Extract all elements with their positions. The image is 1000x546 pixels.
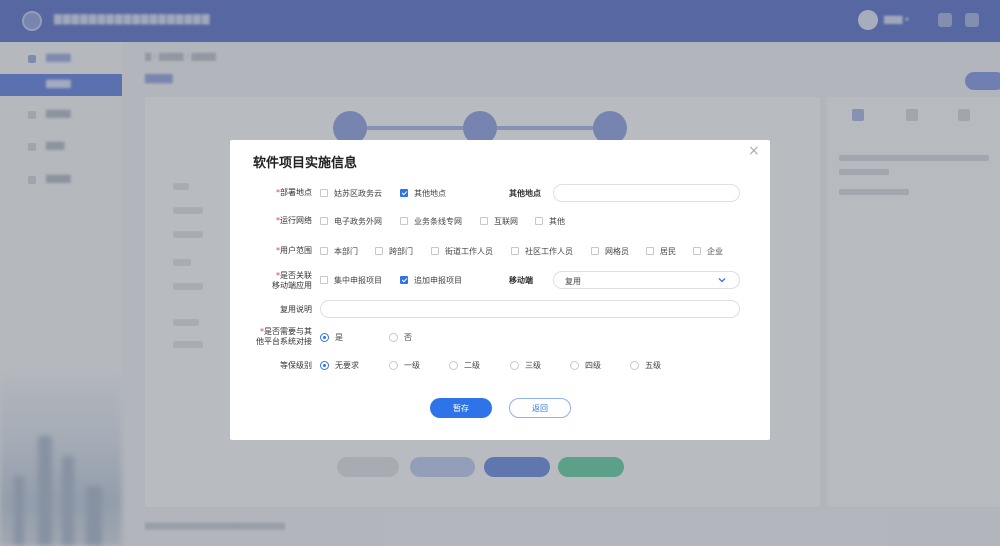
radio[interactable] <box>449 360 458 370</box>
dialog-title: 软件项目实施信息 <box>253 156 358 171</box>
option-label: 网格员 <box>605 246 629 256</box>
option-label: 追加申报项目 <box>414 275 462 285</box>
users-option-residents[interactable]: 居民 <box>646 245 676 257</box>
reuse-label: 复用说明 <box>280 305 312 314</box>
option-label: 跨部门 <box>389 246 413 256</box>
back-button[interactable]: 返回 <box>509 398 571 418</box>
option-label: 五级 <box>645 360 661 370</box>
other-location-input[interactable] <box>553 184 740 202</box>
protection-option-none[interactable]: 无要求 <box>320 359 359 371</box>
users-option-enterprise[interactable]: 企业 <box>693 245 723 257</box>
option-label: 电子政务外网 <box>334 216 382 226</box>
users-option-grid-staff[interactable]: 网格员 <box>591 245 629 257</box>
protection-option-level5[interactable]: 五级 <box>630 359 661 371</box>
mobile-terminal-label: 移动端 <box>509 276 533 285</box>
option-label: 本部门 <box>334 246 358 256</box>
select-value: 复用 <box>565 277 581 286</box>
option-label: 集中申报项目 <box>334 275 382 285</box>
network-option-internet[interactable]: 互联网 <box>480 215 518 227</box>
option-label: 是 <box>335 332 343 342</box>
mobile-option-centralized[interactable]: 集中申报项目 <box>320 274 382 286</box>
docking-option-no[interactable]: 否 <box>389 331 412 343</box>
checkbox[interactable] <box>320 189 328 197</box>
network-option-other[interactable]: 其他 <box>535 215 565 227</box>
option-label: 四级 <box>585 360 601 370</box>
protection-option-level4[interactable]: 四级 <box>570 359 601 371</box>
radio[interactable] <box>320 360 329 370</box>
checkbox[interactable] <box>320 247 328 255</box>
checkbox[interactable] <box>693 247 701 255</box>
option-label: 互联网 <box>494 216 518 226</box>
checkbox[interactable] <box>535 217 543 225</box>
users-option-community-staff[interactable]: 社区工作人员 <box>511 245 573 257</box>
docking-option-yes[interactable]: 是 <box>320 331 343 343</box>
checkbox[interactable] <box>400 276 408 284</box>
option-label: 街道工作人员 <box>445 246 493 256</box>
protection-option-level2[interactable]: 二级 <box>449 359 480 371</box>
deploy-option-other[interactable]: 其他地点 <box>400 187 446 199</box>
mobile-option-additional[interactable]: 追加申报项目 <box>400 274 462 286</box>
reuse-description-input[interactable] <box>320 300 740 318</box>
option-label: 一级 <box>404 360 420 370</box>
protection-level-label: 等保级别 <box>280 361 312 370</box>
deploy-option-gusu-cloud[interactable]: 姑苏区政务云 <box>320 187 382 199</box>
checkbox[interactable] <box>511 247 519 255</box>
protection-option-level3[interactable]: 三级 <box>510 359 541 371</box>
checkbox[interactable] <box>320 217 328 225</box>
network-option-private[interactable]: 业务条线专网 <box>400 215 462 227</box>
option-label: 二级 <box>464 360 480 370</box>
option-label: 企业 <box>707 246 723 256</box>
radio[interactable] <box>630 360 639 370</box>
checkbox[interactable] <box>591 247 599 255</box>
users-label: *用户范围 <box>276 246 312 255</box>
radio[interactable] <box>320 332 329 342</box>
checkbox[interactable] <box>646 247 654 255</box>
checkbox[interactable] <box>480 217 488 225</box>
option-label: 社区工作人员 <box>525 246 573 256</box>
protection-option-level1[interactable]: 一级 <box>389 359 420 371</box>
checkbox[interactable] <box>400 217 408 225</box>
users-option-own-dept[interactable]: 本部门 <box>320 245 358 257</box>
radio[interactable] <box>570 360 579 370</box>
option-label: 姑苏区政务云 <box>334 188 382 198</box>
radio[interactable] <box>510 360 519 370</box>
mobile-terminal-select[interactable]: 复用 <box>553 271 740 289</box>
users-option-cross-dept[interactable]: 跨部门 <box>375 245 413 257</box>
option-label: 其他地点 <box>414 188 446 198</box>
mobile-link-label: *是否关联 移动端应用 <box>272 271 312 290</box>
deploy-label: *部署地点 <box>276 188 312 197</box>
network-label: *运行网络 <box>276 216 312 225</box>
checkbox[interactable] <box>431 247 439 255</box>
option-label: 无要求 <box>335 360 359 370</box>
close-icon[interactable]: × <box>748 144 760 158</box>
implementation-dialog: 软件项目实施信息 × *部署地点 姑苏区政务云 其他地点 其他地点 *运行网络 … <box>230 140 770 440</box>
option-label: 居民 <box>660 246 676 256</box>
option-label: 业务条线专网 <box>414 216 462 226</box>
chevron-down-icon <box>718 278 726 283</box>
network-option-egov[interactable]: 电子政务外网 <box>320 215 382 227</box>
option-label: 三级 <box>525 360 541 370</box>
other-location-label: 其他地点 <box>509 189 541 198</box>
option-label: 其他 <box>549 216 565 226</box>
radio[interactable] <box>389 332 398 342</box>
checkbox[interactable] <box>375 247 383 255</box>
option-label: 否 <box>404 332 412 342</box>
users-option-street-staff[interactable]: 街道工作人员 <box>431 245 493 257</box>
checkbox[interactable] <box>400 189 408 197</box>
radio[interactable] <box>389 360 398 370</box>
save-draft-button[interactable]: 暂存 <box>430 398 492 418</box>
checkbox[interactable] <box>320 276 328 284</box>
docking-label: *是否需要与其 他平台系统对接 <box>256 327 312 346</box>
